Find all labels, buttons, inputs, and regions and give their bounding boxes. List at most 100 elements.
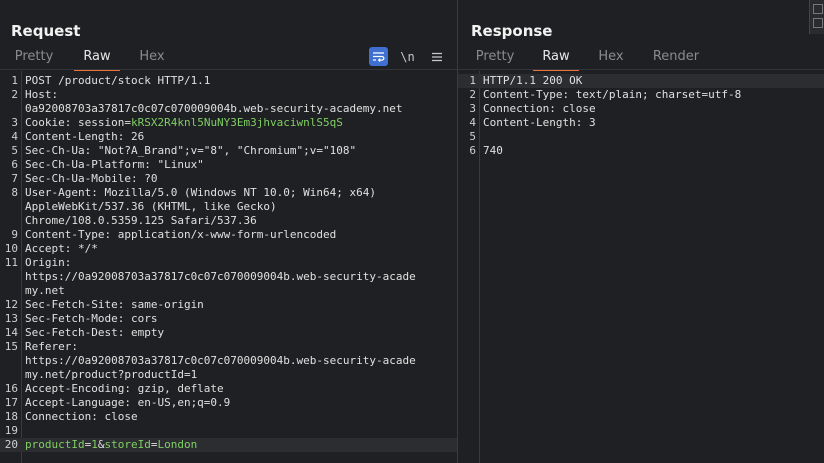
token: Sec-Fetch-Site: same-origin xyxy=(25,298,204,311)
tab-response-pretty[interactable]: Pretty xyxy=(473,46,517,68)
code-line[interactable]: 4 Content-Length: 3 xyxy=(458,116,824,130)
line-text: Sec-Fetch-Site: same-origin xyxy=(25,298,204,312)
tab-response-render[interactable]: Render xyxy=(650,46,702,68)
line-text: 0a92008703a37817c0c07c070009004b.web-sec… xyxy=(25,102,403,116)
line-number: 5 xyxy=(11,144,18,157)
tab-request-raw[interactable]: Raw xyxy=(74,46,120,71)
token: Chrome/108.0.5359.125 Safari/537.36 xyxy=(25,214,257,227)
window-controls[interactable] xyxy=(809,0,824,34)
tab-request-pretty[interactable]: Pretty xyxy=(12,46,56,68)
token: https://0a92008703a37817c0c07c070009004b… xyxy=(25,270,416,283)
code-line[interactable]: 10 Accept: */* xyxy=(0,242,457,256)
code-line[interactable]: 16 Accept-Encoding: gzip, deflate xyxy=(0,382,457,396)
code-line[interactable]: 14 Sec-Fetch-Dest: empty xyxy=(0,326,457,340)
line-number: 15 xyxy=(4,340,18,353)
cursor-line[interactable]: 20 productId=1&storeId=London xyxy=(0,438,457,452)
code-line[interactable]: 8 User-Agent: Mozilla/5.0 (Windows NT 10.… xyxy=(0,186,457,200)
token: Connection: close xyxy=(25,410,138,423)
highlighted-token: storeId xyxy=(104,438,151,451)
line-number: 1 xyxy=(11,74,18,87)
token: Sec-Ch-Ua-Mobile: ?0 xyxy=(25,172,158,185)
line-text: Connection: close xyxy=(483,102,596,116)
token: Content-Length: 3 xyxy=(483,116,596,129)
line-text: Cookie: session=kRSX2R4knl5NuNY3Em3jhvac… xyxy=(25,116,343,130)
line-text: Sec-Fetch-Dest: empty xyxy=(25,326,164,340)
line-text: https://0a92008703a37817c0c07c070009004b… xyxy=(25,354,416,368)
cursor-line[interactable]: 1 HTTP/1.1 200 OK xyxy=(458,74,824,88)
token: User-Agent: Mozilla/5.0 (Windows NT 10.0… xyxy=(25,186,376,199)
code-line[interactable]: 2 Content-Type: text/plain; charset=utf-8 xyxy=(458,88,824,102)
code-line[interactable]: 17 Accept-Language: en-US,en;q=0.9 xyxy=(0,396,457,410)
token: Content-Type: text/plain; charset=utf-8 xyxy=(483,88,742,101)
code-line[interactable]: 19 xyxy=(0,424,457,438)
line-text: my.net/product?productId=1 xyxy=(25,368,197,382)
code-line[interactable]: 18 Connection: close xyxy=(0,410,457,424)
line-text: Referer: xyxy=(25,340,78,354)
code-line[interactable]: my.net xyxy=(0,284,457,298)
request-editor[interactable]: 1 POST /product/stock HTTP/1.1 2 Host: 0a920… xyxy=(0,71,457,463)
line-number: 2 xyxy=(11,88,18,101)
response-editor[interactable]: 1 HTTP/1.1 200 OK 2 Content-Type: text/plai… xyxy=(458,71,824,463)
line-text: AppleWebKit/537.36 (KHTML, like Gecko) xyxy=(25,200,277,214)
token: https://0a92008703a37817c0c07c070009004b… xyxy=(25,354,416,367)
code-line[interactable]: 15 Referer: xyxy=(0,340,457,354)
token: Origin: xyxy=(25,256,72,269)
code-line[interactable]: AppleWebKit/537.36 (KHTML, like Gecko) xyxy=(0,200,457,214)
highlighted-token: productId xyxy=(25,438,85,451)
line-text: Sec-Fetch-Mode: cors xyxy=(25,312,157,326)
highlighted-token: 1 xyxy=(91,438,98,451)
tab-response-hex[interactable]: Hex xyxy=(595,46,627,68)
code-line[interactable]: 6 740 xyxy=(458,144,824,158)
code-line[interactable]: 5 Sec-Ch-Ua: "Not?A_Brand";v="8", "Chromi… xyxy=(0,144,457,158)
code-line[interactable]: 9 Content-Type: application/x-www-form-ur… xyxy=(0,228,457,242)
token: Content-Type: application/x-www-form-url… xyxy=(25,228,337,241)
line-number: 6 xyxy=(469,144,476,157)
token: Sec-Fetch-Dest: empty xyxy=(25,326,165,339)
code-line[interactable]: 12 Sec-Fetch-Site: same-origin xyxy=(0,298,457,312)
code-line[interactable]: my.net/product?productId=1 xyxy=(0,368,457,382)
line-text: productId=1&storeId=London xyxy=(25,438,197,452)
line-number: 8 xyxy=(11,186,18,199)
tab-divider xyxy=(0,69,457,70)
token: Host: xyxy=(25,88,59,101)
line-text: Content-Type: application/x-www-form-url… xyxy=(25,228,336,242)
request-title: Request xyxy=(11,22,81,40)
code-line[interactable]: 3 Connection: close xyxy=(458,102,824,116)
code-line[interactable]: 2 Host: xyxy=(0,88,457,102)
token: Sec-Fetch-Mode: cors xyxy=(25,312,158,325)
line-number: 18 xyxy=(4,410,18,423)
line-number: 5 xyxy=(469,130,476,143)
tab-request-hex[interactable]: Hex xyxy=(136,46,168,68)
line-number: 4 xyxy=(469,116,476,129)
code-line[interactable]: Chrome/108.0.5359.125 Safari/537.36 xyxy=(0,214,457,228)
code-line[interactable]: 1 POST /product/stock HTTP/1.1 xyxy=(0,74,457,88)
token: my.net/product?productId=1 xyxy=(25,368,198,381)
code-line[interactable]: 0a92008703a37817c0c07c070009004b.web-sec… xyxy=(0,102,457,116)
code-line[interactable]: 13 Sec-Fetch-Mode: cors xyxy=(0,312,457,326)
highlighted-token: kRSX2R4knl5NuNY3Em3jhvaciwnlS5qS xyxy=(130,116,343,129)
line-text: 740 xyxy=(483,144,503,158)
hamburger-menu-icon[interactable] xyxy=(427,47,446,66)
code-line[interactable]: https://0a92008703a37817c0c07c070009004b… xyxy=(0,270,457,284)
code-line[interactable]: 5 xyxy=(458,130,824,144)
code-line[interactable]: 7 Sec-Ch-Ua-Mobile: ?0 xyxy=(0,172,457,186)
line-text: Host: xyxy=(25,88,58,102)
line-text: Accept: */* xyxy=(25,242,98,256)
code-line[interactable]: 6 Sec-Ch-Ua-Platform: "Linux" xyxy=(0,158,457,172)
code-line[interactable]: 3 Cookie: session=kRSX2R4knl5NuNY3Em3jhva… xyxy=(0,116,457,130)
token: Sec-Ch-Ua-Platform: "Linux" xyxy=(25,158,204,171)
line-number: 11 xyxy=(4,256,18,269)
code-line[interactable]: 4 Content-Length: 26 xyxy=(0,130,457,144)
line-number: 7 xyxy=(11,172,18,185)
code-line[interactable]: https://0a92008703a37817c0c07c070009004b… xyxy=(0,354,457,368)
token: Sec-Ch-Ua: "Not?A_Brand";v="8", "Chromiu… xyxy=(25,144,357,157)
line-number: 12 xyxy=(4,298,18,311)
token: HTTP/1.1 200 OK xyxy=(483,74,583,87)
newline-toggle-icon[interactable]: \n xyxy=(398,47,417,66)
line-number: 3 xyxy=(11,116,18,129)
line-number: 6 xyxy=(11,158,18,171)
code-line[interactable]: 11 Origin: xyxy=(0,256,457,270)
line-number: 3 xyxy=(469,102,476,115)
wrap-lines-icon[interactable] xyxy=(369,47,388,66)
tab-response-raw[interactable]: Raw xyxy=(533,46,579,71)
